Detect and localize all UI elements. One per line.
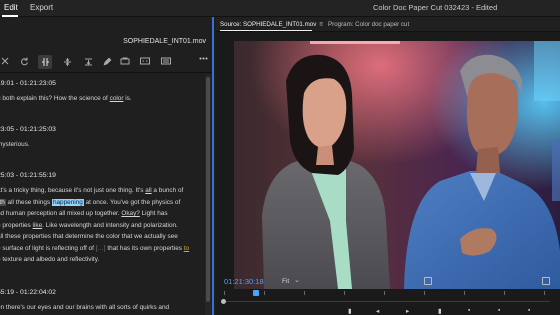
transcript-line[interactable]: all these properties that determine the … (0, 233, 178, 240)
mark-out-icon[interactable] (542, 277, 550, 285)
active-monitor-tab-indicator (220, 30, 312, 31)
transcript-text[interactable]: to (184, 245, 189, 252)
mark-in-icon[interactable] (424, 277, 432, 285)
highlighted-word[interactable]: happening (51, 198, 84, 206)
document-title: Color Doc Paper Cut 032423 - Edited (373, 3, 498, 12)
list-icon[interactable] (159, 55, 173, 69)
scrollbar-thumb[interactable] (206, 77, 210, 302)
segment-timecode[interactable]: 55:19 - 01:22:04:02 (0, 289, 56, 296)
step-forward-icon[interactable]: ▮ (438, 307, 442, 315)
transcript-header: SOPHIEDALE_INT01.mov (0, 17, 212, 51)
transcript-text[interactable]: at's a tricky thing, because it's not ju… (0, 187, 145, 194)
transcript-panel: SOPHIEDALE_INT01.mov 19:01 - 01:21:23:05… (0, 17, 214, 315)
transcript-text[interactable]: color (110, 95, 124, 102)
transcript-text[interactable]: mysterious. (0, 141, 30, 148)
more-icon[interactable] (196, 55, 210, 69)
transcript-text[interactable]: u both explain this? How the science of (0, 95, 110, 102)
time-ruler[interactable] (224, 291, 560, 299)
transcript-text[interactable]: Light has (140, 210, 168, 217)
cut-icon[interactable] (118, 55, 132, 69)
source-tab-label: Source: SOPHIEDALE_INT01.mov (220, 21, 317, 28)
caption-icon[interactable] (138, 55, 152, 69)
transcript-text[interactable]: a bunch of (152, 187, 183, 194)
scrub-handle[interactable] (221, 299, 226, 304)
segment-timecode[interactable]: 19:01 - 01:21:23:05 (0, 80, 56, 87)
align-horizontal-icon[interactable] (81, 55, 95, 69)
interview-video-image (234, 41, 560, 289)
close-icon[interactable] (0, 55, 12, 69)
transcript-text[interactable]: […] (96, 245, 106, 252)
tab-source-monitor[interactable]: Source: SOPHIEDALE_INT01.mov ≡ (220, 21, 323, 28)
playhead-timecode[interactable]: 01:21:30:18 (224, 277, 264, 286)
transcript-line[interactable]: nd human perception all mixed up togethe… (0, 210, 168, 217)
top-bar: Edit Export Color Doc Paper Cut 032423 -… (0, 0, 560, 17)
video-frame[interactable] (234, 41, 560, 289)
tab-program-monitor[interactable]: Program: Color doc paper cut (328, 21, 409, 28)
transcript-line[interactable]: e texture and albedo and reflectivity. (0, 256, 99, 263)
transcript-line[interactable]: e properties like. Like wavelength and i… (0, 222, 178, 229)
segment-timecode[interactable]: 25:03 - 01:21:55:19 (0, 172, 56, 179)
zoom-fit-select[interactable]: Fit (282, 278, 289, 285)
transcript-body[interactable]: 19:01 - 01:21:23:05 u both explain this? … (0, 77, 206, 315)
transcript-text[interactable]: Okay? (121, 210, 139, 217)
transcript-text[interactable]: like (33, 222, 43, 229)
step-back-icon[interactable]: ▮ (348, 307, 352, 315)
transcript-line[interactable]: en there's our eyes and our brains with … (0, 304, 169, 311)
export-frame-icon[interactable]: ▪ (528, 307, 530, 314)
play-icon[interactable]: ▸ (406, 307, 409, 315)
chevron-down-icon[interactable]: ⌄ (294, 276, 300, 284)
monitor-panel: Source: SOPHIEDALE_INT01.mov ≡ Program: C… (216, 17, 560, 315)
monitor-tabs: Source: SOPHIEDALE_INT01.mov ≡ Program: C… (216, 17, 560, 32)
transcript-line[interactable]: e surface of light is reflecting off of … (0, 245, 189, 252)
tab-export[interactable]: Export (30, 3, 53, 12)
play-reverse-icon[interactable]: ◂ (376, 307, 379, 315)
transcript-text[interactable]: e texture and albedo and reflectivity. (0, 256, 99, 263)
transcript-text[interactable]: nd human perception all mixed up togethe… (0, 210, 121, 217)
transcript-line[interactable]: at's a tricky thing, because it's not ju… (0, 187, 183, 194)
insert-icon[interactable]: ▪ (468, 307, 470, 314)
segment-timecode[interactable]: 23:05 - 01:21:25:03 (0, 126, 56, 133)
transcript-text[interactable]: at once. You've got the physics of (84, 199, 181, 206)
transcript-text[interactable]: e properties (0, 222, 33, 229)
transcript-text[interactable]: that has its own properties (106, 245, 184, 252)
panel-menu-icon[interactable]: ≡ (319, 21, 323, 28)
transcript-text[interactable]: . Like wavelength and intensity and pola… (42, 222, 178, 229)
pen-icon[interactable] (100, 55, 114, 69)
transcript-line[interactable]: ith all these things happening at once. … (0, 198, 181, 206)
scrub-bar[interactable] (224, 301, 550, 302)
transcript-scrollbar[interactable] (205, 75, 211, 315)
refresh-icon[interactable] (17, 55, 31, 69)
align-vertical-icon[interactable] (60, 55, 74, 69)
overwrite-icon[interactable]: ▪ (498, 307, 500, 314)
clip-filename: SOPHIEDALE_INT01.mov (123, 38, 206, 45)
transcript-text[interactable]: e surface of light is reflecting off of (0, 245, 96, 252)
split-icon[interactable] (38, 55, 52, 69)
transcript-toolbar (0, 53, 212, 73)
transcript-line[interactable]: mysterious. (0, 141, 30, 148)
tab-edit[interactable]: Edit (4, 3, 18, 12)
playhead-marker[interactable] (253, 290, 259, 296)
transcript-text[interactable]: all these properties that determine the … (0, 233, 178, 240)
transcript-line[interactable]: u both explain this? How the science of … (0, 95, 132, 102)
monitor-controls: 01:21:30:18 Fit ⌄ ▮ ◂ ▸ ▮ ▪ ▪ ▪ (216, 275, 560, 315)
transcript-text[interactable]: en there's our eyes and our brains with … (0, 304, 169, 311)
transcript-text[interactable]: all these things (6, 199, 52, 206)
transcript-text[interactable]: is. (123, 95, 131, 102)
